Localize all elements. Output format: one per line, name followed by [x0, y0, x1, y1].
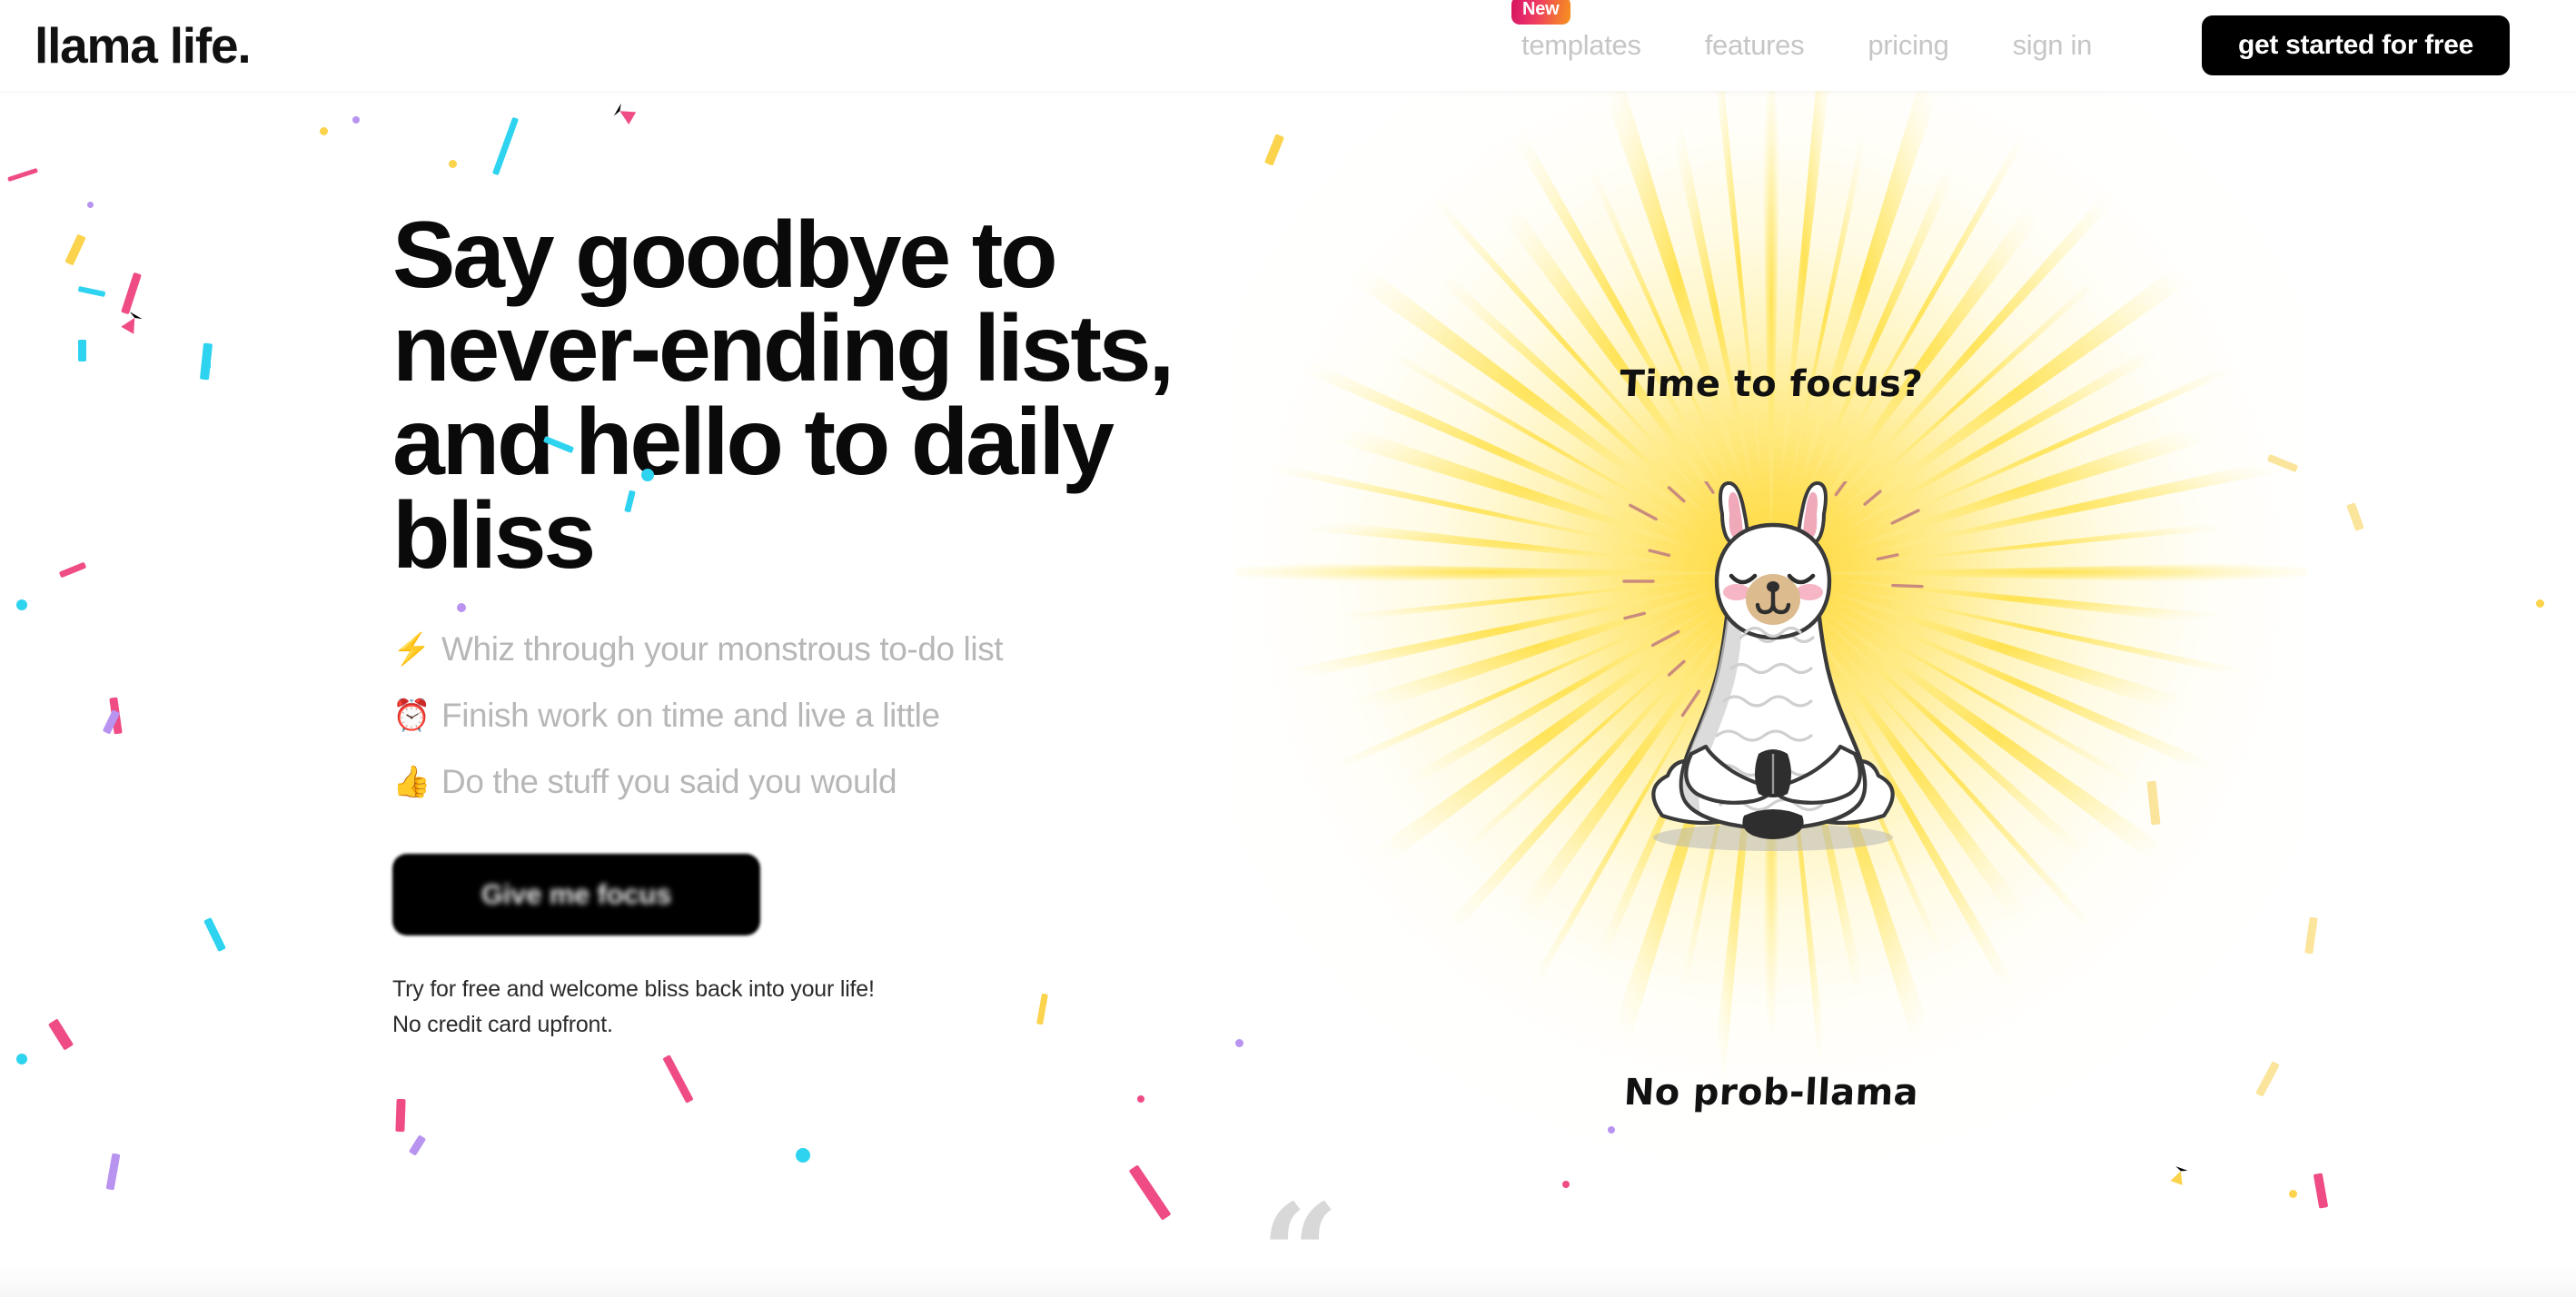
- llama-radiating-dash: [1629, 503, 1658, 521]
- benefit-item: ⚡ Whiz through your monstrous to-do list: [392, 630, 1301, 668]
- llama-radiating-dash: [1623, 611, 1647, 620]
- benefit-label: Do the stuff you said you would: [441, 762, 897, 800]
- cta-subtext-line-2: No credit card upfront.: [392, 1012, 613, 1038]
- nav-link-pricing[interactable]: pricing: [1836, 29, 1980, 62]
- get-started-button[interactable]: get started for free: [2202, 15, 2511, 75]
- nav-link-features[interactable]: features: [1673, 29, 1837, 62]
- cta-subtext: Try for free and welcome bliss back into…: [392, 972, 1301, 1044]
- lightning-bolt-icon: ⚡: [392, 631, 431, 667]
- main-navigation: New templates features pricing sign in: [1490, 0, 2125, 62]
- llama-radiating-dash: [1680, 689, 1701, 718]
- new-badge: New: [1511, 0, 1570, 25]
- benefits-list: ⚡ Whiz through your monstrous to-do list ⏰…: [392, 630, 1301, 801]
- llama-radiating-dash: [1863, 490, 1882, 506]
- quote-mark-icon: “: [1261, 1174, 1340, 1297]
- llama-radiating-dash: [1876, 553, 1899, 561]
- site-header: llama life. New templates features pricing s…: [0, 0, 2576, 91]
- llama-radiating-dash: [1667, 659, 1686, 677]
- nav-link-sign-in[interactable]: sign in: [1981, 29, 2125, 62]
- nav-link-label: sign in: [2012, 29, 2093, 61]
- llama-radiating-dash: [1648, 549, 1671, 558]
- benefit-item: ⏰ Finish work on time and live a little: [392, 697, 1301, 735]
- nav-link-label: features: [1704, 29, 1805, 61]
- llama-radiating-dash: [1891, 583, 1924, 589]
- cta-subtext-line-1: Try for free and welcome bliss back into…: [392, 975, 875, 1002]
- page-title: Say goodbye to never-ending lists, and h…: [392, 203, 1174, 589]
- meditating-llama-icon: [1608, 431, 1935, 863]
- benefit-item: 👍 Do the stuff you said you would: [392, 763, 1301, 801]
- hero-section: Time to focus? No prob-llama Say goodbye…: [0, 91, 2576, 1297]
- llama-radiating-dash: [1650, 629, 1680, 648]
- llama-radiating-dash: [1890, 509, 1920, 525]
- hero-copy: Say goodbye to never-ending lists, and h…: [392, 203, 1301, 1044]
- llama-radiating-dash: [1667, 486, 1686, 503]
- logo[interactable]: llama life.: [35, 16, 252, 74]
- give-me-focus-label: Give me focus: [481, 877, 672, 910]
- hero-illustration: Time to focus? No prob-llama: [1235, 91, 2307, 1163]
- nav-link-label: pricing: [1868, 29, 1949, 61]
- benefit-label: Whiz through your monstrous to-do list: [441, 629, 1004, 668]
- llama-radiating-dash: [1695, 466, 1715, 494]
- illustration-caption-top: Time to focus?: [1618, 363, 1925, 405]
- give-me-focus-button[interactable]: Give me focus: [392, 853, 760, 936]
- landing-page: Time to focus? No prob-llama Say goodbye…: [0, 0, 2576, 1297]
- nav-link-templates[interactable]: New templates: [1490, 0, 1673, 62]
- nav-link-label: templates: [1521, 29, 1641, 61]
- thumbs-up-icon: 👍: [392, 764, 431, 799]
- benefit-label: Finish work on time and live a little: [441, 696, 940, 734]
- illustration-caption-bottom: No prob-llama: [1622, 1072, 1920, 1114]
- llama-radiating-dash: [1834, 469, 1855, 497]
- alarm-clock-icon: ⏰: [392, 698, 431, 733]
